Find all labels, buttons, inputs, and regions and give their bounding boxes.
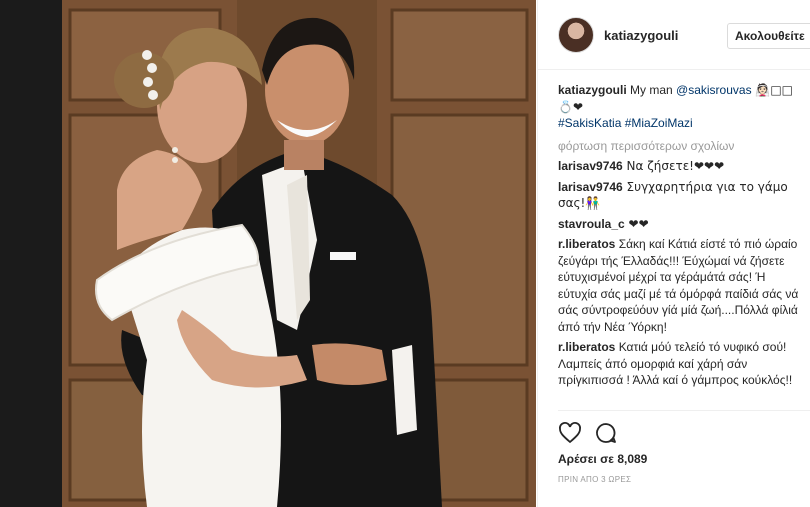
comment-item: r.liberatos Σάκη καί Κάτιά είστέ τό πιό … <box>558 236 803 335</box>
author-username[interactable]: katiazygouli <box>604 28 678 43</box>
comment-text: Σάκη καί Κάτιά είστέ τό πιό ώραίο ζεύγάρ… <box>558 237 799 334</box>
post-photo[interactable] <box>62 0 536 507</box>
comment-username[interactable]: stavroula_c <box>558 217 625 231</box>
caption: katiazygouli My man @sakisrouvas 👰🏻□□ 💍❤… <box>558 82 803 132</box>
hashtags[interactable]: #SakisKatia #MiaZoiMazi <box>558 116 693 130</box>
caption-text: My man <box>626 83 677 97</box>
follow-button[interactable]: Ακολουθείτε <box>727 23 810 49</box>
comment-item: r.liberatos Κατιά μόύ τελείό τό νυφικό σ… <box>558 339 803 389</box>
post-header: katiazygouli Ακολουθείτε <box>538 0 810 70</box>
post-timestamp[interactable]: ΠΡΙΝ ΑΠΟ 3 ΩΡΕΣ <box>558 475 631 484</box>
comment-username[interactable]: larisav9746 <box>558 180 623 194</box>
comment-username[interactable]: larisav9746 <box>558 159 623 173</box>
load-more-comments[interactable]: φόρτωση περισσότερων σχολίων <box>558 138 803 155</box>
mention-link[interactable]: @sakisrouvas <box>676 83 752 97</box>
comment-item: larisav9746 Συγχαρητήρια για το γάμο σας… <box>558 179 803 212</box>
post-sidebar: katiazygouli Ακολουθείτε katiazygouli My… <box>537 0 810 507</box>
comments-list: katiazygouli My man @sakisrouvas 👰🏻□□ 💍❤… <box>558 82 803 393</box>
comment-item: larisav9746 Να ζήσετε!❤❤❤ <box>558 158 803 175</box>
likes-count[interactable]: Αρέσει σε 8,089 <box>558 452 647 466</box>
avatar[interactable] <box>558 17 594 53</box>
left-dark-strip <box>0 0 62 507</box>
divider <box>558 410 810 411</box>
wedding-photo-illustration <box>62 0 536 507</box>
heart-icon[interactable] <box>558 421 582 445</box>
comment-username[interactable]: r.liberatos <box>558 237 615 251</box>
comment-text: ❤❤ <box>624 216 649 231</box>
caption-emojis: 👰🏻□□ <box>751 83 794 97</box>
caption-emojis-2: 💍❤ <box>558 99 583 114</box>
caption-username[interactable]: katiazygouli <box>558 83 627 97</box>
comment-item: stavroula_c ❤❤ <box>558 216 803 233</box>
comment-text: Να ζήσετε!❤❤❤ <box>622 159 725 173</box>
comment-bubble-icon[interactable] <box>594 421 618 445</box>
comment-username[interactable]: r.liberatos <box>558 340 615 354</box>
